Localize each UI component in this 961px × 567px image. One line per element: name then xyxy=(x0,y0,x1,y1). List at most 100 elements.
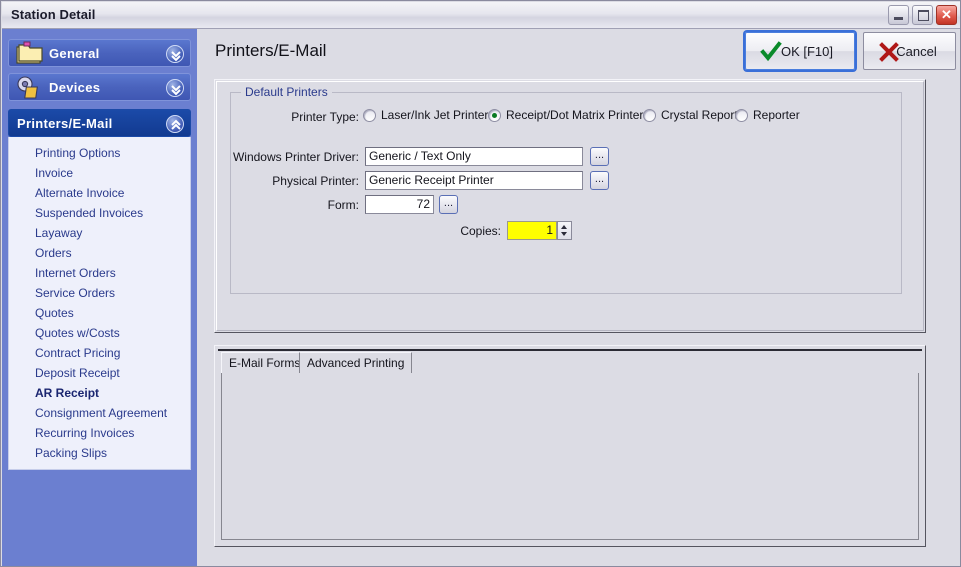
cancel-button[interactable]: Cancel xyxy=(863,32,956,70)
sidebar-item-label: Quotes xyxy=(35,306,74,320)
printer-type-label: Printer Type: xyxy=(291,110,359,124)
radio-crystal-report[interactable]: Crystal Report xyxy=(643,108,738,122)
sidebar-section-general-label: General xyxy=(49,46,100,61)
folder-icon xyxy=(14,41,44,67)
close-icon: ✕ xyxy=(941,7,952,22)
maximize-icon xyxy=(918,10,929,21)
sidebar-section-printers-email[interactable]: Printers/E-Mail xyxy=(8,109,191,137)
ok-button-label: OK [F10] xyxy=(780,43,834,59)
tab-label: Advanced Printing xyxy=(307,356,405,370)
radio-laser-ink-jet-printer[interactable]: Laser/Ink Jet Printer xyxy=(363,108,488,122)
sidebar-section-devices[interactable]: Devices xyxy=(8,73,191,101)
chevron-down-icon[interactable] xyxy=(166,45,184,63)
copies-input[interactable]: 1 xyxy=(507,221,557,240)
sidebar-item-label: Recurring Invoices xyxy=(35,426,135,440)
sidebar-section-printers-email-label: Printers/E-Mail xyxy=(17,116,113,131)
sidebar-section-general[interactable]: General xyxy=(8,39,191,67)
close-button[interactable]: ✕ xyxy=(936,5,957,25)
radio-dot-icon xyxy=(363,108,376,122)
physical-printer-browse-button[interactable]: ... xyxy=(590,171,609,190)
groupbox-title: Default Printers xyxy=(241,85,332,99)
radio-label: Laser/Ink Jet Printer xyxy=(381,108,489,122)
title-bar: Station Detail ✕ xyxy=(2,2,960,29)
copies-label: Copies: xyxy=(460,224,501,238)
page-title: Printers/E-Mail xyxy=(215,41,327,60)
sidebar-item-ar-receipt[interactable]: AR Receipt xyxy=(9,383,190,403)
sidebar-item-quotes[interactable]: Quotes xyxy=(9,303,190,323)
radio-label: Crystal Report xyxy=(661,108,738,122)
windows-printer-driver-browse-button[interactable]: ... xyxy=(590,147,609,166)
tab-content-panel xyxy=(221,373,919,540)
spinner-up-icon[interactable] xyxy=(561,225,567,229)
form-label: Form: xyxy=(327,198,359,212)
sidebar-item-suspended-invoices[interactable]: Suspended Invoices xyxy=(9,203,190,223)
radio-dot-icon xyxy=(643,108,656,122)
cancel-button-label: Cancel xyxy=(896,43,937,59)
form-browse-button[interactable]: ... xyxy=(439,195,458,214)
chevron-down-icon[interactable] xyxy=(166,79,184,97)
sidebar: General Devices Printers/E-Mail Printing… xyxy=(2,29,197,566)
spinner-down-icon[interactable] xyxy=(561,232,567,236)
sidebar-item-quotes-w-costs[interactable]: Quotes w/Costs xyxy=(9,323,190,343)
radio-reporter[interactable]: Reporter xyxy=(735,108,800,122)
default-printers-panel: Default Printers Printer Type: Laser/Ink… xyxy=(214,79,926,333)
windows-printer-driver-label: Windows Printer Driver: xyxy=(232,150,359,164)
radio-dot-icon xyxy=(488,108,501,122)
content-area: Printers/E-Mail OK [F10] Cancel Default … xyxy=(197,29,960,566)
physical-printer-label: Physical Printer: xyxy=(272,174,359,188)
window-controls: ✕ xyxy=(888,5,957,25)
x-icon xyxy=(878,41,900,63)
ok-button[interactable]: OK [F10] xyxy=(745,32,855,70)
sidebar-item-label: Service Orders xyxy=(35,286,116,300)
gears-icon xyxy=(14,75,44,101)
sidebar-item-deposit-receipt[interactable]: Deposit Receipt xyxy=(9,363,190,383)
tab-email-forms[interactable]: E-Mail Forms xyxy=(221,352,308,373)
radio-label: Receipt/Dot Matrix Printer xyxy=(506,108,644,122)
sidebar-item-label: Packing Slips xyxy=(35,446,108,460)
radio-receipt-dot-matrix-printer[interactable]: Receipt/Dot Matrix Printer xyxy=(488,108,643,122)
sidebar-item-label: Quotes w/Costs xyxy=(35,326,120,340)
tab-label: E-Mail Forms xyxy=(229,356,301,370)
radio-dot-icon xyxy=(735,108,748,122)
sidebar-item-layaway[interactable]: Layaway xyxy=(9,223,190,243)
sidebar-item-contract-pricing[interactable]: Contract Pricing xyxy=(9,343,190,363)
sidebar-item-label: Layaway xyxy=(35,226,83,240)
sidebar-item-label: Contract Pricing xyxy=(35,346,121,360)
sidebar-item-label: Invoice xyxy=(35,166,74,180)
printer-type-radio-group: Laser/Ink Jet Printer Receipt/Dot Matrix… xyxy=(363,108,897,126)
tabs-panel: E-Mail Forms Advanced Printing xyxy=(214,345,926,547)
tabs-top-divider xyxy=(218,349,922,351)
physical-printer-input[interactable]: Generic Receipt Printer xyxy=(365,171,583,190)
sidebar-item-label: Suspended Invoices xyxy=(35,206,144,220)
sidebar-item-invoice[interactable]: Invoice xyxy=(9,163,190,183)
sidebar-section-devices-label: Devices xyxy=(49,80,101,95)
check-icon xyxy=(760,41,782,63)
window-title: Station Detail xyxy=(11,7,96,22)
tab-advanced-printing[interactable]: Advanced Printing xyxy=(299,352,413,373)
sidebar-item-label: Deposit Receipt xyxy=(35,366,120,380)
sidebar-item-internet-orders[interactable]: Internet Orders xyxy=(9,263,190,283)
sidebar-item-orders[interactable]: Orders xyxy=(9,243,190,263)
sidebar-item-label: Printing Options xyxy=(35,146,121,160)
copies-spinner[interactable] xyxy=(557,221,572,240)
chevron-up-icon[interactable] xyxy=(166,115,184,133)
radio-label: Reporter xyxy=(753,108,800,122)
sidebar-item-label: Alternate Invoice xyxy=(35,186,125,200)
tab-strip: E-Mail Forms Advanced Printing xyxy=(221,352,919,373)
sidebar-item-service-orders[interactable]: Service Orders xyxy=(9,283,190,303)
sidebar-item-label: Orders xyxy=(35,246,72,260)
form-input[interactable]: 72 xyxy=(365,195,434,214)
sidebar-item-label: AR Receipt xyxy=(35,386,100,400)
minimize-button[interactable] xyxy=(888,5,909,25)
station-detail-window: Station Detail ✕ General Devices Printer… xyxy=(0,0,961,567)
sidebar-item-consignment-agreement[interactable]: Consignment Agreement xyxy=(9,403,190,423)
sidebar-item-recurring-invoices[interactable]: Recurring Invoices xyxy=(9,423,190,443)
minimize-icon xyxy=(894,17,903,20)
sidebar-item-packing-slips[interactable]: Packing Slips xyxy=(9,443,190,463)
sidebar-item-label: Consignment Agreement xyxy=(35,406,168,420)
sidebar-item-printing-options[interactable]: Printing Options xyxy=(9,143,190,163)
sidebar-item-alternate-invoice[interactable]: Alternate Invoice xyxy=(9,183,190,203)
windows-printer-driver-input[interactable]: Generic / Text Only xyxy=(365,147,583,166)
maximize-button[interactable] xyxy=(912,5,933,25)
default-printers-groupbox: Default Printers Printer Type: Laser/Ink… xyxy=(230,85,902,294)
